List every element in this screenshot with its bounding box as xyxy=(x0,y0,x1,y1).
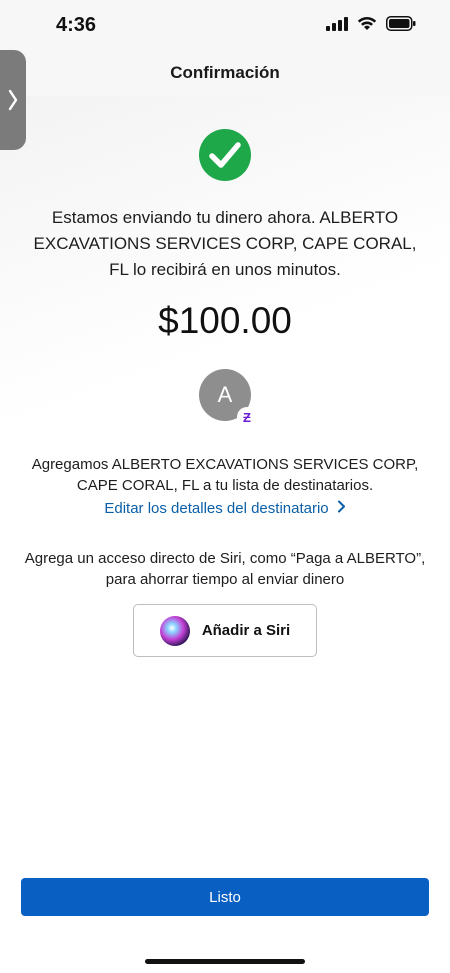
zelle-icon: Ƶ xyxy=(237,407,257,427)
add-to-siri-label: Añadir a Siri xyxy=(201,622,291,639)
signal-icon xyxy=(326,16,348,31)
chevron-right-icon xyxy=(337,500,346,517)
avatar-initial: A xyxy=(217,382,233,407)
battery-icon xyxy=(386,16,416,31)
edit-recipient-link[interactable]: Editar los detalles del destinatario xyxy=(0,500,450,517)
done-button-label: Listo xyxy=(209,888,241,906)
check-circle-icon xyxy=(199,129,251,181)
add-to-siri-button[interactable]: Añadir a Siri xyxy=(133,604,317,657)
side-panel-handle[interactable] xyxy=(0,50,26,150)
wifi-icon xyxy=(357,16,377,30)
siri-icon xyxy=(159,615,190,646)
status-time: 4:36 xyxy=(56,14,97,36)
siri-prompt: Agrega un acceso directo de Siri, como “… xyxy=(24,550,426,588)
chevron-right-icon xyxy=(8,89,18,111)
confirmation-message: Estamos enviando tu dinero ahora. ALBERT… xyxy=(33,208,417,279)
zelle-glyph: Ƶ xyxy=(243,409,251,425)
done-button[interactable]: Listo xyxy=(21,878,429,916)
status-bar: 4:36 xyxy=(0,0,450,52)
home-indicator xyxy=(145,959,305,964)
edit-recipient-label: Editar los detalles del destinatario xyxy=(104,500,329,517)
amount-sent: $100.00 xyxy=(158,300,292,341)
page-title: Confirmación xyxy=(170,63,280,82)
navigation-bar: Confirmación xyxy=(0,52,450,96)
recipient-added-message: Agregamos ALBERTO EXCAVATIONS SERVICES C… xyxy=(31,456,419,494)
status-icons xyxy=(326,16,416,31)
